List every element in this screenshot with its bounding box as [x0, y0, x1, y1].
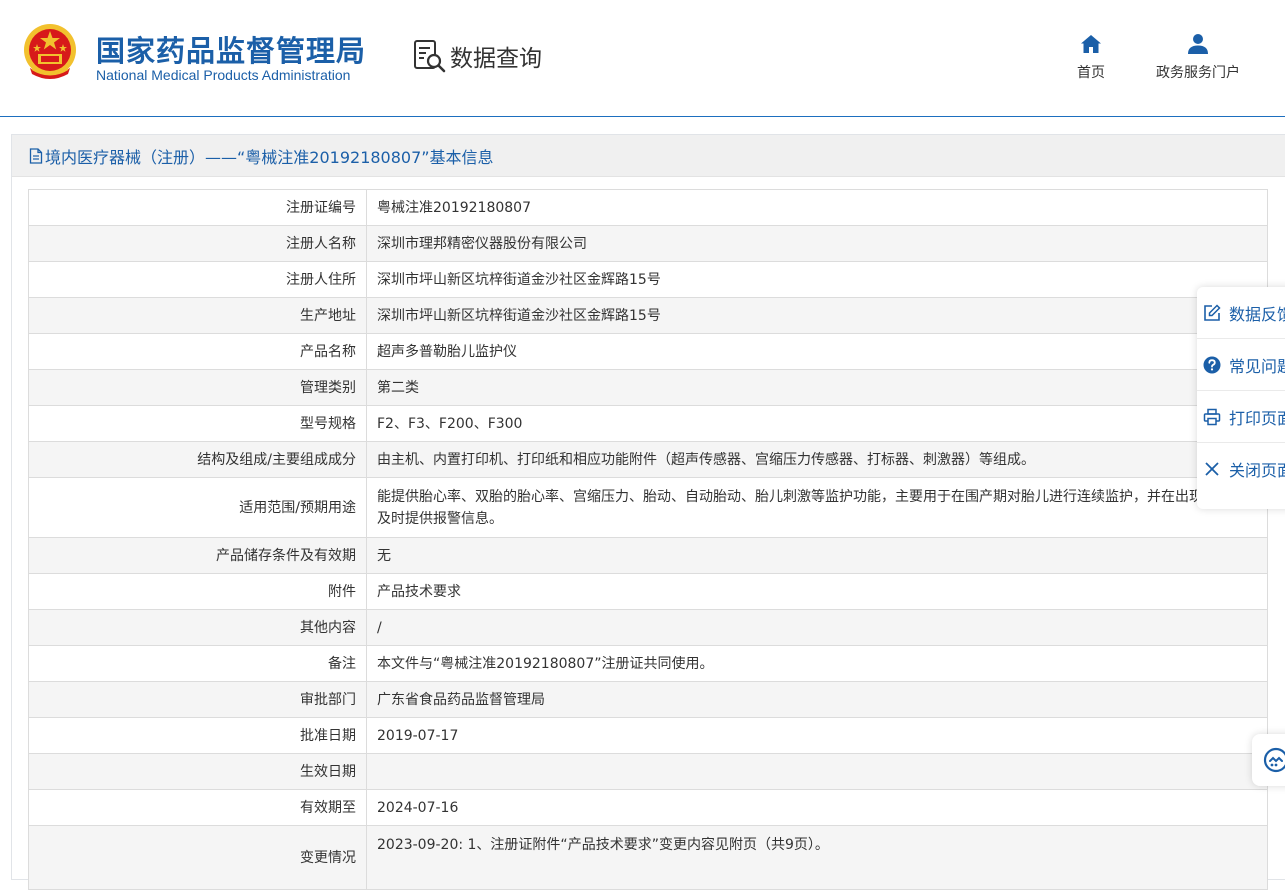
sidebar-item-label: 数据反馈 — [1229, 304, 1285, 324]
table-row: 产品储存条件及有效期无 — [28, 537, 1268, 574]
table-row: 审批部门 广东省食品药品监督管理局 — [28, 681, 1268, 718]
row-label: 产品名称 — [28, 333, 367, 370]
panel-title-text: 境内医疗器械（注册）——“粤械注准20192180807”基本信息 — [45, 147, 494, 167]
row-value: 粤械注准20192180807 — [366, 189, 1268, 226]
row-value: 第二类 — [366, 369, 1268, 406]
row-label: 型号规格 — [28, 405, 367, 442]
section-title: 数据查询 — [412, 38, 542, 74]
home-icon — [1081, 35, 1101, 53]
nav-home-label: 首页 — [1077, 65, 1105, 81]
info-panel: 境内医疗器械（注册）——“粤械注准20192180807”基本信息 注册证编号粤… — [11, 134, 1285, 890]
row-label: 生效日期 — [28, 753, 367, 790]
table-row: 注册人住所 深圳市坪山新区坑梓街道金沙社区金辉路15号 — [28, 261, 1268, 298]
table-row: 备注 本文件与“粤械注准20192180807”注册证共同使用。 — [28, 645, 1268, 682]
assistant-icon — [1263, 747, 1285, 773]
row-value: 深圳市理邦精密仪器股份有限公司 — [366, 225, 1268, 262]
logo-title-en[interactable]: National Medical Products Administration — [96, 67, 350, 83]
table-row: 注册人名称 深圳市理邦精密仪器股份有限公司 — [28, 225, 1268, 262]
logo-title-cn[interactable]: 国家药品监督管理局 — [96, 28, 366, 70]
info-table: 注册证编号 粤械注准20192180807 注册人名称 深圳市理邦精密仪器股份有限公司… — [28, 189, 1268, 890]
nav-gov-service-label: 政务服务门户 — [1156, 65, 1240, 81]
table-row: 批准日期 2019-07-17 — [28, 717, 1268, 754]
row-value: 产品技术要求 — [366, 573, 1268, 610]
row-value: 本文件与“粤械注准20192180807”注册证共同使用。 — [366, 645, 1268, 682]
table-row: 产品名称 超声多普勒胎儿监护仪 — [28, 333, 1268, 370]
nav-gov-service[interactable]: 政务服务门户 — [1148, 32, 1248, 82]
sidebar-item-label: 常见问题 — [1229, 356, 1285, 376]
row-value: 无 — [366, 537, 1268, 574]
row-label: 有效期至 — [28, 789, 367, 826]
sidebar-item-feedback[interactable]: 数据反馈 — [1197, 287, 1285, 339]
row-label: 适用范围/预期用途 — [28, 477, 367, 538]
row-value — [366, 753, 1268, 790]
help-icon — [1203, 356, 1221, 373]
table-row: 适用范围/预期用途 能提供胎心率、双胎的胎心率、宫缩压力、胎动、自动胎动、胎儿刺激… — [28, 477, 1268, 538]
row-value: 超声多普勒胎儿监护仪 — [366, 333, 1268, 370]
row-value: 2019-07-17 — [366, 717, 1268, 754]
table-row: 附件 产品技术要求 — [28, 573, 1268, 610]
sidebar-item-label: 关闭页面 — [1229, 461, 1285, 480]
sidebar-item-print[interactable]: 打印页面 — [1197, 391, 1285, 443]
row-value: F2、F3、F200、F300 — [366, 405, 1268, 442]
row-label: 结构及组成/主要组成成分 — [28, 441, 367, 478]
table-row: 型号规格 F2、F3、F200、F300 — [28, 405, 1268, 442]
printer-icon — [1203, 408, 1221, 425]
row-label: 产品储存条件及有效期 — [28, 537, 367, 574]
table-row: 注册证编号 粤械注准20192180807 — [28, 189, 1268, 226]
sidebar-item-label: 打印页面 — [1229, 408, 1285, 428]
panel-title: 境内医疗器械（注册）——“粤械注准20192180807”基本信息 — [12, 135, 1285, 177]
close-icon — [1205, 462, 1219, 476]
table-row: 其他内容 / — [28, 609, 1268, 646]
sidebar-item-close[interactable]: 关闭页面 — [1197, 443, 1285, 495]
section-title-text: 数据查询 — [450, 46, 542, 72]
row-label: 审批部门 — [28, 681, 367, 718]
floating-sidebar: 数据反馈 常见问题 打印页面 关闭页面 — [1197, 287, 1285, 509]
user-icon — [1188, 34, 1208, 54]
row-label: 备注 — [28, 645, 367, 682]
table-row: 生效日期 — [28, 753, 1268, 790]
row-label: 注册人名称 — [28, 225, 367, 262]
site-header: 国家药品监督管理局 National Medical Products Admi… — [0, 0, 1285, 117]
row-value: 2024-07-16 — [366, 789, 1268, 826]
table-row: 管理类别 第二类 — [28, 369, 1268, 406]
table-row: 结构及组成/主要组成成分 由主机、内置打印机、打印纸和相应功能附件（超声传感器、宫… — [28, 441, 1268, 478]
row-label: 生产地址 — [28, 297, 367, 334]
row-label: 其他内容 — [28, 609, 367, 646]
row-label: 附件 — [28, 573, 367, 610]
data-search-icon — [414, 40, 446, 73]
row-value: 深圳市坪山新区坑梓街道金沙社区金辉路15号 — [366, 297, 1268, 334]
assistant-button[interactable] — [1252, 734, 1285, 786]
row-label: 管理类别 — [28, 369, 367, 406]
row-value: 能提供胎心率、双胎的胎心率、宫缩压力、胎动、自动胎动、胎儿刺激等监护功能，主要用… — [366, 477, 1268, 538]
sidebar-item-faq[interactable]: 常见问题 — [1197, 339, 1285, 391]
row-label: 注册证编号 — [28, 189, 367, 226]
national-emblem-icon — [24, 24, 76, 79]
table-row: 生产地址 深圳市坪山新区坑梓街道金沙社区金辉路15号 — [28, 297, 1268, 334]
row-value: / — [366, 609, 1268, 646]
document-icon — [29, 147, 43, 164]
edit-icon — [1204, 303, 1221, 321]
row-label: 批准日期 — [28, 717, 367, 754]
row-value: 由主机、内置打印机、打印纸和相应功能附件（超声传感器、宫缩压力传感器、打标器、刺… — [366, 441, 1268, 478]
nav-home[interactable]: 首页 — [1068, 32, 1114, 82]
row-value: 广东省食品药品监督管理局 — [366, 681, 1268, 718]
table-row: 有效期至 2024-07-16 — [28, 789, 1268, 826]
row-value: 深圳市坪山新区坑梓街道金沙社区金辉路15号 — [366, 261, 1268, 298]
row-label: 注册人住所 — [28, 261, 367, 298]
